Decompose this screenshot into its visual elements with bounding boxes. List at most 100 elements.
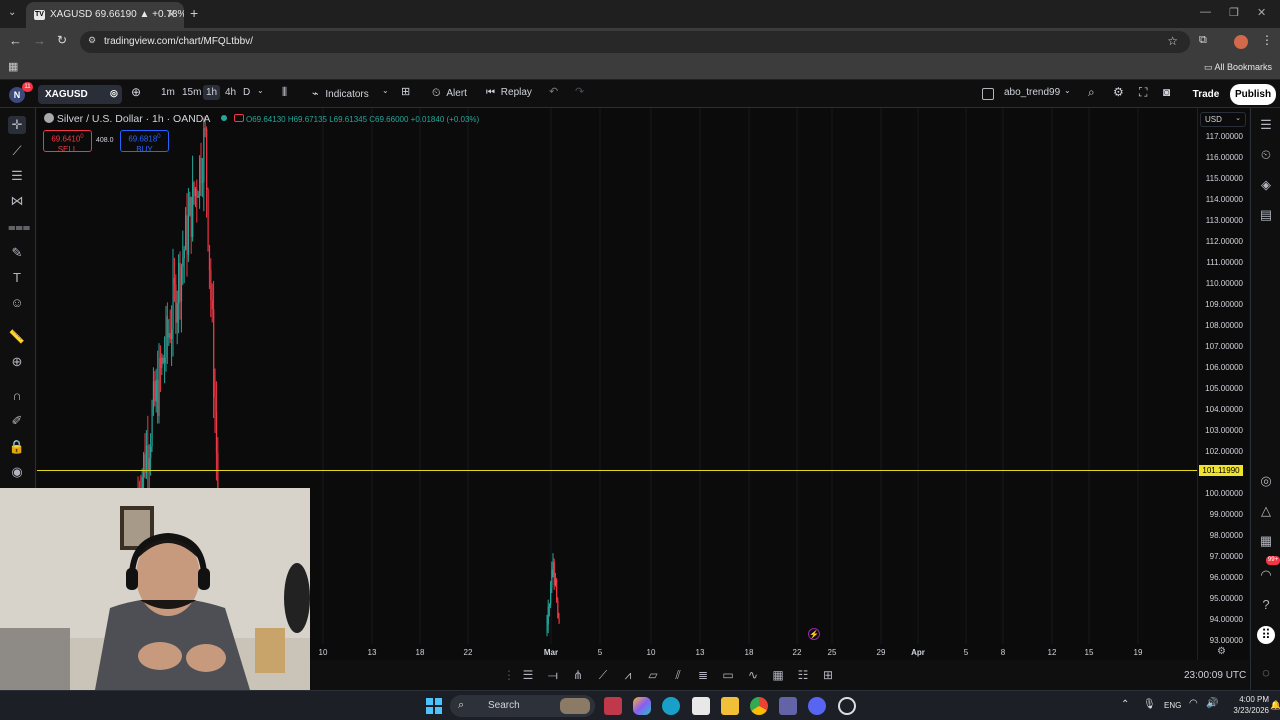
path-icon[interactable]: ∿ [745, 667, 761, 683]
grid-tool-icon[interactable]: ▦ [770, 667, 786, 683]
interval-15m[interactable]: 15m [182, 87, 201, 98]
taskbar-search[interactable]: ⌕ Search [450, 695, 595, 717]
alert-button[interactable]: ⏲ Alert [432, 87, 467, 100]
redo-icon[interactable]: ↷ [575, 85, 584, 98]
interval-4h[interactable]: 4h [225, 87, 236, 98]
pitchfork-icon[interactable]: ⋔ [570, 667, 586, 683]
streams-icon[interactable]: ◠ [1257, 566, 1275, 584]
edge-icon[interactable] [662, 697, 680, 715]
interval-1m[interactable]: 1m [161, 87, 175, 98]
tray-chevron-icon[interactable]: ⌃ [1121, 699, 1129, 710]
time-utc[interactable]: 23:00:09 UTC [1184, 670, 1246, 681]
layout-dropdown-icon[interactable]: ⌄ [1064, 86, 1071, 95]
trade-button[interactable]: Trade [1188, 85, 1224, 104]
eye-icon[interactable]: ◉ [8, 463, 26, 481]
stay-drawing-icon[interactable]: ✐ [8, 412, 26, 430]
layout-checkbox[interactable] [982, 88, 994, 100]
calendar-icon[interactable]: ▦ [1257, 532, 1275, 550]
copilot-icon[interactable] [633, 697, 651, 715]
fib-levels-icon[interactable]: ≣ [695, 667, 711, 683]
app-icon-circle[interactable] [838, 697, 856, 715]
horizontal-ray-icon[interactable]: ⟞ [545, 667, 561, 683]
snapshot-camera-icon[interactable]: ◙ [1163, 85, 1170, 99]
apps-grid-icon[interactable]: ▦ [8, 60, 18, 73]
events-lightning-icon[interactable]: ⚡ [808, 628, 820, 640]
volume-icon[interactable]: 🔊 [1206, 698, 1218, 709]
target-icon[interactable]: ◎ [1257, 472, 1275, 490]
symbol-search[interactable]: XAGUSD ◎ [38, 85, 122, 104]
layout-name[interactable]: abo_trend99 [1004, 87, 1060, 98]
sell-button[interactable]: 69.64100 SELL [43, 130, 92, 154]
chrome-icon[interactable] [750, 697, 768, 715]
price-axis[interactable]: 117.00000 116.00000 115.00000 114.00000 113.… [1197, 108, 1249, 660]
replay-button[interactable]: ⏮ Replay [486, 87, 532, 98]
crosshair-icon[interactable]: ✛ [8, 116, 26, 134]
channel-icon[interactable]: ▱ [645, 667, 661, 683]
symbol-settings-icon[interactable]: ◎ [110, 88, 118, 99]
lines-stack-icon[interactable]: ☷ [795, 667, 811, 683]
browser-tab[interactable]: TV XAGUSD 69.66190 ▲ +0.78% at ✕ [26, 2, 184, 28]
pattern-icon[interactable]: ⋈ [8, 192, 26, 210]
add-symbol-icon[interactable]: ⊕ [131, 85, 141, 99]
settings-gear-icon[interactable]: ⚙ [1113, 85, 1124, 99]
back-icon[interactable]: ← [9, 33, 22, 48]
profile-avatar[interactable] [1234, 35, 1248, 49]
file-explorer-icon[interactable] [721, 697, 739, 715]
browser-menu-icon[interactable]: ⋮ [1261, 33, 1273, 47]
zoom-in-icon[interactable]: ⊕ [8, 353, 26, 371]
extensions-icon[interactable]: ⧉ [1199, 34, 1207, 47]
close-tab-icon[interactable]: ✕ [167, 8, 176, 21]
data-window-layers-icon[interactable]: ◈ [1257, 176, 1275, 194]
chart-type-candles-icon[interactable]: ⫴ [282, 85, 287, 100]
emoji-icon[interactable]: ☺ [8, 294, 26, 312]
undo-icon[interactable]: ↶ [549, 85, 558, 98]
all-bookmarks[interactable]: ▭ All Bookmarks [1204, 62, 1272, 73]
indicators-dropdown-icon[interactable]: ⌄ [382, 86, 389, 95]
chats-icon[interactable]: ▤ [1257, 206, 1275, 224]
discord-icon[interactable] [808, 697, 826, 715]
trend-line-icon[interactable]: ⟋ [8, 142, 26, 160]
products-grid-icon[interactable]: ⠿ [1257, 626, 1275, 644]
zigzag-icon[interactable]: ⩘ [620, 667, 636, 683]
prediction-icon[interactable]: ⩶ [8, 218, 30, 236]
bookmark-star-icon[interactable]: ☆ [1167, 34, 1178, 48]
ray-icon[interactable]: ⟋ [595, 667, 611, 683]
text-tool-icon[interactable]: T [8, 269, 26, 287]
lock-icon[interactable]: 🔒 [8, 438, 26, 456]
alerts-clock-icon[interactable]: ⏲ [1257, 146, 1275, 164]
quick-search-icon[interactable]: ⌕ [1088, 85, 1095, 100]
time-axis[interactable]: 10 13 18 22 Mar 5 10 13 18 22 25 29 Apr 5 8 12 15 19 [310, 644, 1197, 660]
window-close-icon[interactable]: ✕ [1257, 6, 1266, 19]
magnet-icon[interactable]: ∩ [8, 387, 26, 405]
chat-bubble-icon[interactable]: ◌ [1257, 664, 1275, 682]
ideas-icon[interactable]: △ [1257, 502, 1275, 520]
url-input[interactable]: ⚙ tradingview.com/chart/MFQLtbbv/ ☆ [80, 31, 1190, 53]
wifi-icon[interactable]: ◠ [1189, 698, 1198, 709]
restore-icon[interactable]: ❐ [1229, 6, 1239, 19]
reload-icon[interactable]: ↻ [57, 33, 67, 47]
legend-menu-icon[interactable] [233, 114, 244, 122]
minimize-icon[interactable]: — [1200, 6, 1211, 18]
language-indicator[interactable]: ENG [1164, 701, 1181, 710]
site-info-icon[interactable]: ⚙ [88, 35, 96, 46]
interval-1h[interactable]: 1h [203, 85, 221, 100]
chart-legend[interactable]: Silver / U.S. Dollar · 1h · OANDA [44, 113, 244, 125]
horizontal-lines-icon[interactable]: ☰ [520, 667, 536, 683]
help-icon[interactable]: ? [1257, 596, 1275, 614]
drag-handle-icon[interactable]: ⋮ [501, 667, 517, 683]
rectangle-icon[interactable]: ▭ [720, 667, 736, 683]
layouts-grid-icon[interactable]: ⊞ [401, 85, 410, 98]
interval-D[interactable]: D [243, 87, 250, 98]
watchlist-icon[interactable]: ☰ [1257, 116, 1275, 134]
time-axis-settings-icon[interactable]: ⚙ [1217, 646, 1226, 657]
gann-grid-icon[interactable]: ⊞ [820, 667, 836, 683]
windows-start-icon[interactable] [426, 698, 442, 714]
forward-icon[interactable]: → [33, 33, 46, 48]
notepad-icon[interactable] [692, 697, 710, 715]
teams-icon[interactable] [779, 697, 797, 715]
currency-select[interactable]: USD ⌄ [1200, 112, 1246, 127]
notification-bell-icon[interactable]: 🔔 [1270, 700, 1280, 711]
buy-button[interactable]: 69.68180 BUY [120, 130, 169, 154]
brush-icon[interactable]: ✎ [8, 244, 26, 262]
fullscreen-icon[interactable]: ⛶ [1139, 85, 1147, 100]
